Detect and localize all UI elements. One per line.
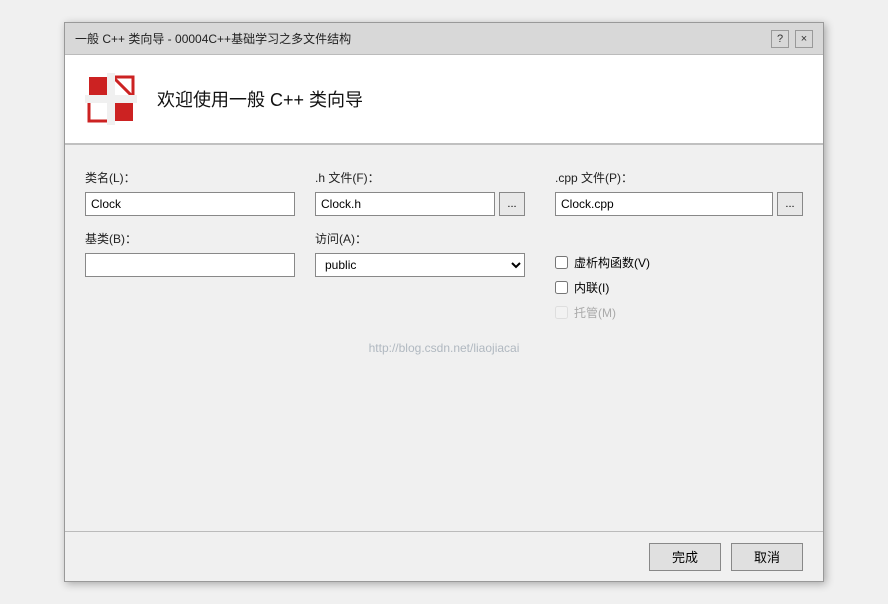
title-bar: 一般 C++ 类向导 - 00004C++基础学习之多文件结构 ? ×	[65, 23, 823, 55]
cpp-file-input[interactable]	[555, 192, 773, 216]
cancel-button[interactable]: 取消	[731, 543, 803, 571]
class-name-col: 类名(L)：	[85, 169, 295, 216]
virtual-destructor-checkbox[interactable]	[555, 256, 568, 269]
dialog: 一般 C++ 类向导 - 00004C++基础学习之多文件结构 ? × 欢迎使用…	[64, 22, 824, 582]
form-row-2: 基类(B)： 访问(A)： public protected private	[85, 230, 803, 321]
wizard-logo	[85, 73, 137, 125]
watermark-text: http://blog.csdn.net/liaojiacai	[369, 341, 520, 355]
cpp-file-label: .cpp 文件(P)：	[555, 169, 803, 186]
title-bar-right: ? ×	[771, 30, 813, 48]
content-section: 类名(L)： .h 文件(F)： ... .cpp 文件(P)： ...	[65, 145, 823, 531]
checkbox-group: 虚析构函数(V) 内联(I) 托管(M)	[555, 254, 803, 321]
access-select[interactable]: public protected private	[315, 253, 525, 277]
footer-section: 完成 取消	[65, 531, 823, 581]
help-button[interactable]: ?	[771, 30, 789, 48]
base-class-input[interactable]	[85, 253, 295, 277]
access-label: 访问(A)：	[315, 230, 535, 247]
title-text: 一般 C++ 类向导 - 00004C++基础学习之多文件结构	[75, 30, 351, 47]
header-section: 欢迎使用一般 C++ 类向导	[65, 55, 823, 145]
managed-item: 托管(M)	[555, 304, 803, 321]
inline-item: 内联(I)	[555, 279, 803, 296]
class-name-label: 类名(L)：	[85, 169, 295, 186]
cpp-file-col: .cpp 文件(P)： ...	[555, 169, 803, 216]
inline-label: 内联(I)	[574, 279, 609, 296]
finish-button[interactable]: 完成	[649, 543, 721, 571]
h-file-browse-button[interactable]: ...	[499, 192, 525, 216]
managed-checkbox[interactable]	[555, 306, 568, 319]
header-title: 欢迎使用一般 C++ 类向导	[157, 86, 363, 112]
form-row-1: 类名(L)： .h 文件(F)： ... .cpp 文件(P)： ...	[85, 169, 803, 216]
managed-label: 托管(M)	[574, 304, 616, 321]
access-col: 访问(A)： public protected private	[315, 230, 535, 277]
inline-checkbox[interactable]	[555, 281, 568, 294]
h-file-input[interactable]	[315, 192, 495, 216]
title-bar-left: 一般 C++ 类向导 - 00004C++基础学习之多文件结构	[75, 30, 351, 47]
cpp-file-input-row: ...	[555, 192, 803, 216]
base-class-col: 基类(B)：	[85, 230, 295, 277]
virtual-destructor-label: 虚析构函数(V)	[574, 254, 650, 271]
cpp-file-browse-button[interactable]: ...	[777, 192, 803, 216]
close-button[interactable]: ×	[795, 30, 813, 48]
watermark: http://blog.csdn.net/liaojiacai	[85, 341, 803, 355]
virtual-destructor-item: 虚析构函数(V)	[555, 254, 803, 271]
h-file-input-row: ...	[315, 192, 535, 216]
h-file-label: .h 文件(F)：	[315, 169, 535, 186]
h-file-col: .h 文件(F)： ...	[315, 169, 535, 216]
base-class-label: 基类(B)：	[85, 230, 295, 247]
options-col: 虚析构函数(V) 内联(I) 托管(M)	[555, 230, 803, 321]
class-name-input[interactable]	[85, 192, 295, 216]
logo-svg	[85, 73, 137, 125]
